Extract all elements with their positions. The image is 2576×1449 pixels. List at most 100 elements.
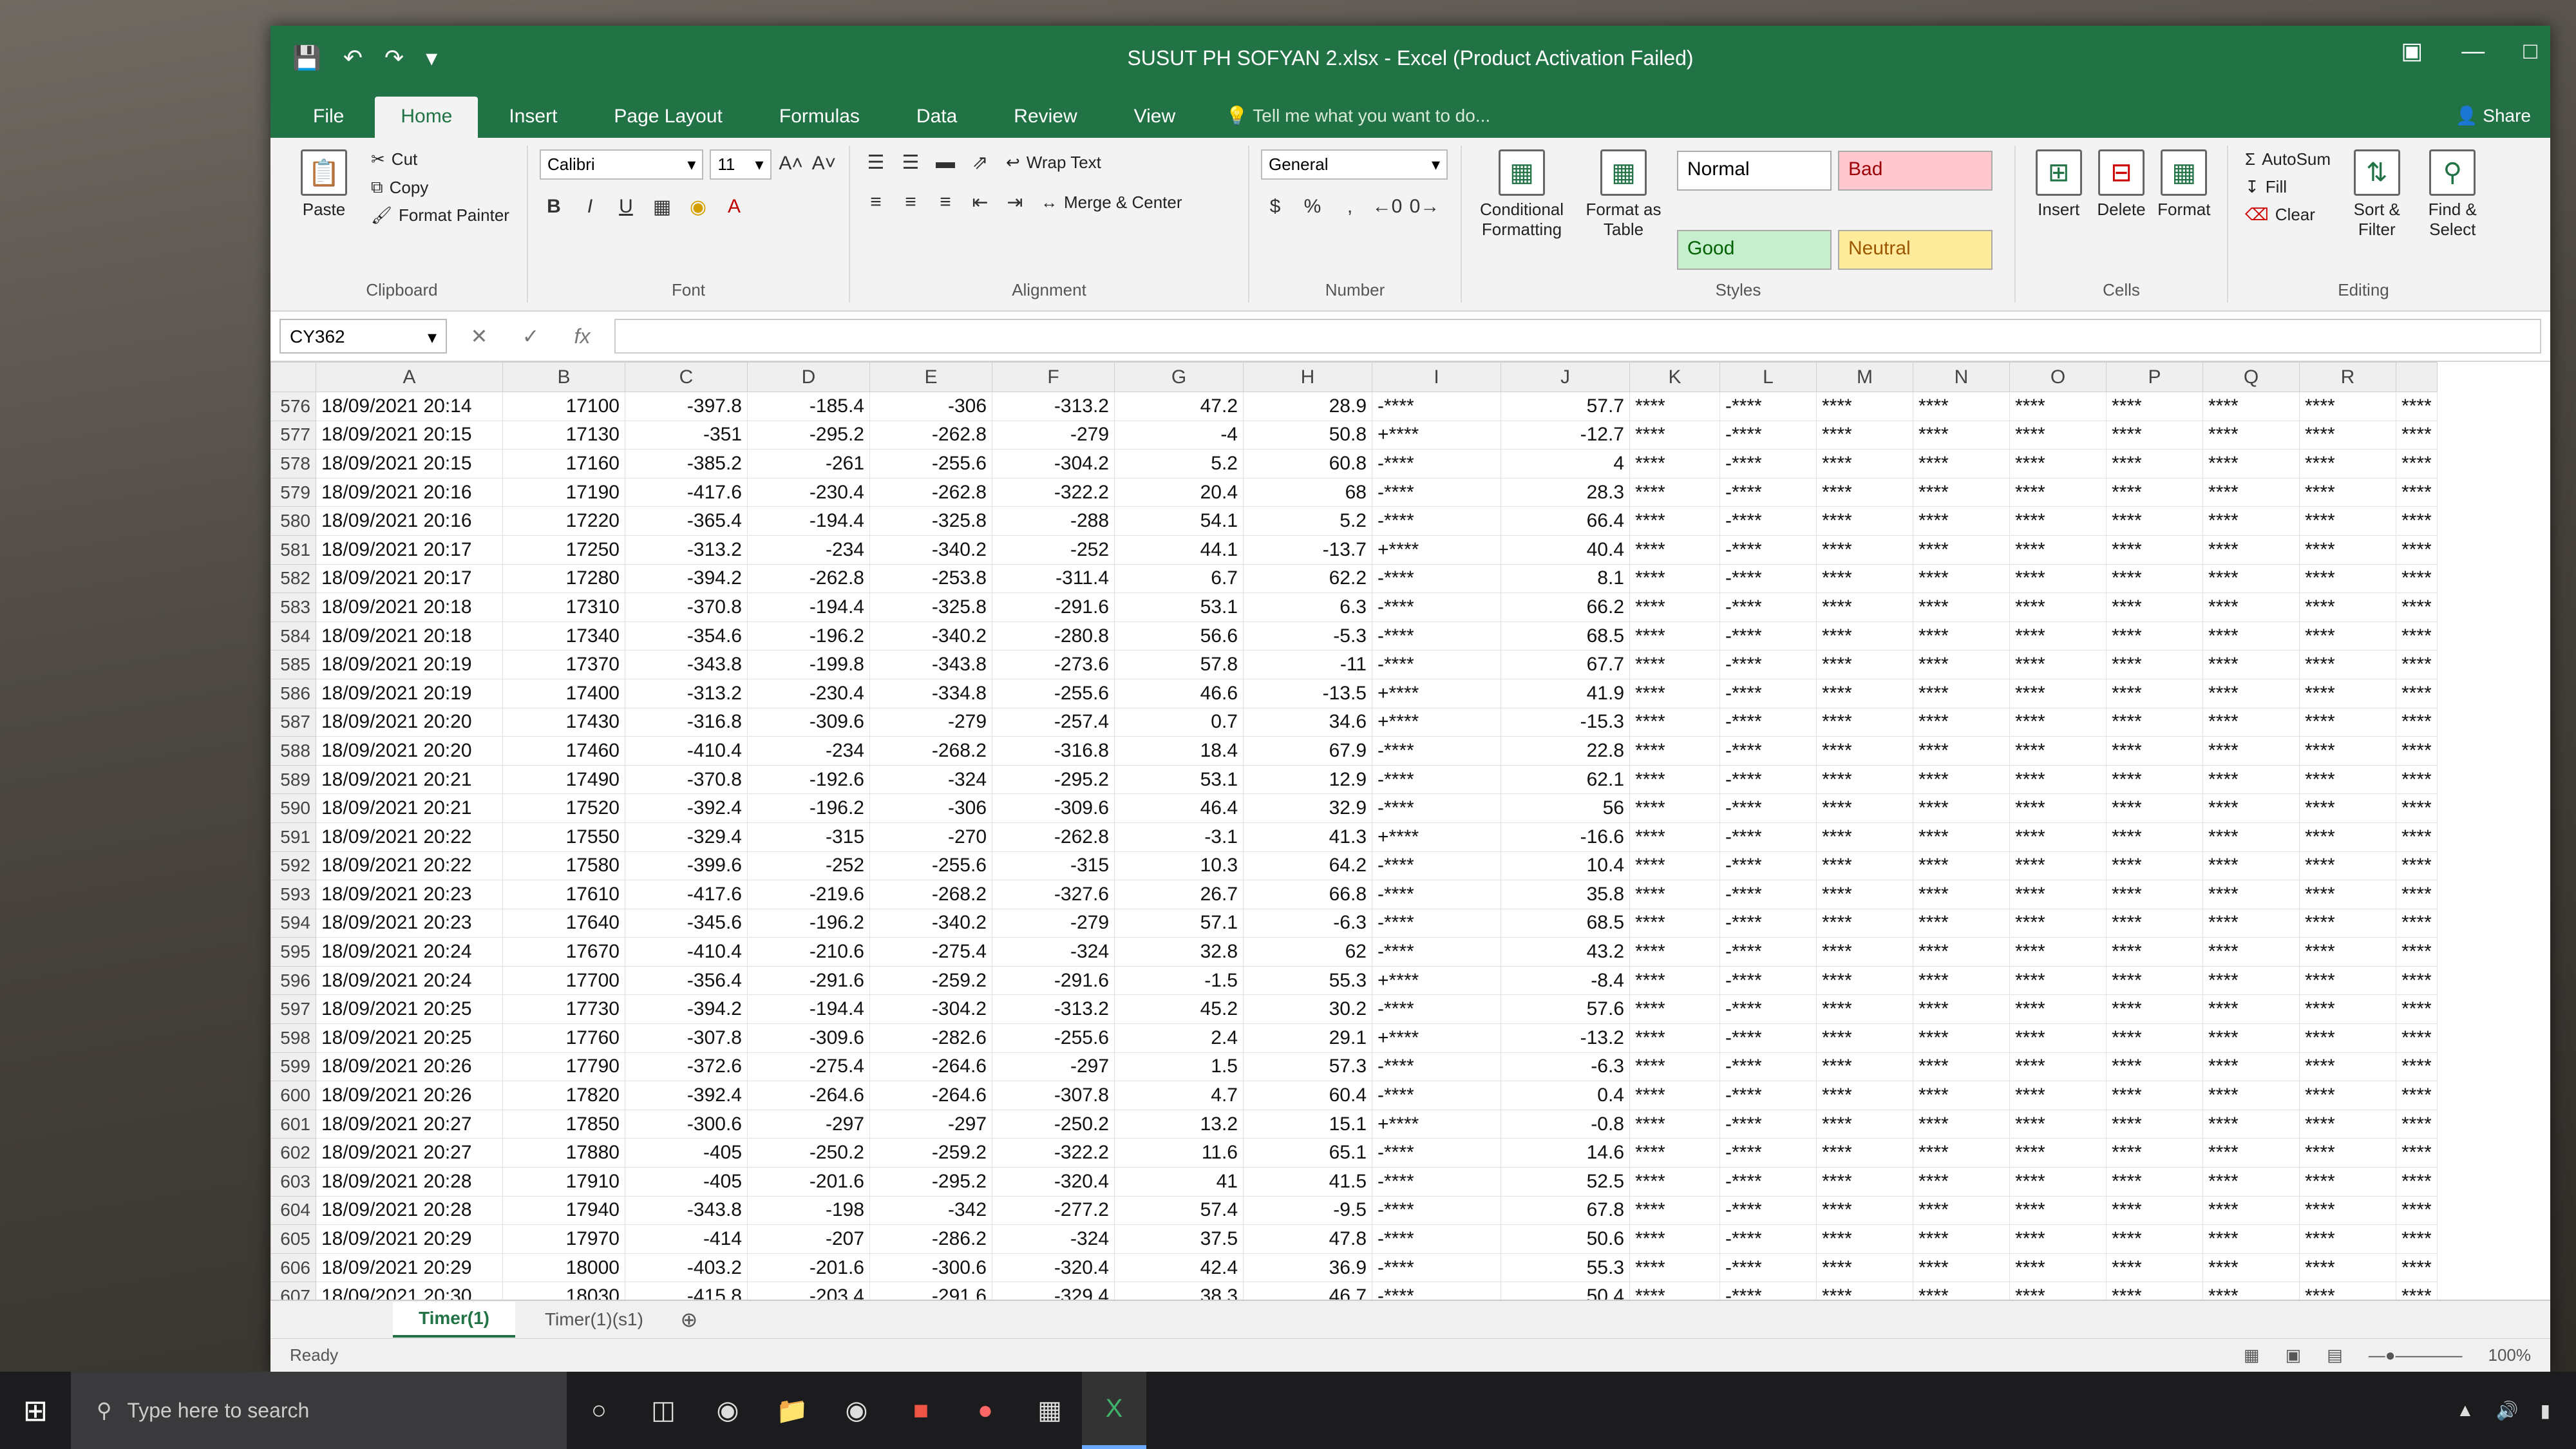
cell[interactable]: 17400 bbox=[502, 678, 625, 708]
cell[interactable]: -201.6 bbox=[747, 1253, 870, 1283]
cell[interactable]: 64.2 bbox=[1243, 851, 1372, 881]
cell[interactable]: 17730 bbox=[502, 994, 625, 1025]
cell[interactable]: -313.2 bbox=[625, 535, 748, 565]
cell[interactable]: **** bbox=[2009, 1109, 2107, 1139]
cell[interactable]: **** bbox=[2009, 449, 2107, 478]
cell[interactable]: -**** bbox=[1719, 736, 1817, 766]
row-header[interactable]: 604 bbox=[270, 1195, 316, 1226]
cell[interactable]: 66.4 bbox=[1501, 506, 1630, 536]
cell[interactable]: **** bbox=[2009, 1081, 2107, 1110]
cell[interactable]: 17910 bbox=[502, 1167, 625, 1197]
cell[interactable]: **** bbox=[1913, 1052, 2010, 1082]
cell[interactable]: -295.2 bbox=[869, 1167, 992, 1197]
cell[interactable]: 57.7 bbox=[1501, 392, 1630, 421]
cell[interactable]: **** bbox=[2106, 650, 2203, 679]
cell[interactable]: **** bbox=[2396, 822, 2438, 852]
cell[interactable]: **** bbox=[2106, 420, 2203, 450]
cell[interactable]: **** bbox=[1629, 736, 1720, 766]
cell[interactable]: -**** bbox=[1372, 1282, 1501, 1300]
cell[interactable]: -282.6 bbox=[869, 1023, 992, 1053]
row-header[interactable]: 576 bbox=[270, 392, 316, 421]
comma-icon[interactable]: , bbox=[1336, 193, 1364, 221]
cell[interactable]: **** bbox=[2396, 1109, 2438, 1139]
cell[interactable]: **** bbox=[2009, 1224, 2107, 1254]
cell[interactable]: -**** bbox=[1719, 1138, 1817, 1168]
cell[interactable]: **** bbox=[2396, 392, 2438, 421]
cell[interactable]: -297 bbox=[869, 1109, 992, 1139]
cell[interactable]: -**** bbox=[1719, 1253, 1817, 1283]
cell[interactable]: -315 bbox=[747, 822, 870, 852]
increase-font-icon[interactable]: A˄ bbox=[778, 149, 804, 178]
cell[interactable]: **** bbox=[2106, 965, 2203, 996]
cell[interactable]: **** bbox=[2009, 1282, 2107, 1300]
cell[interactable]: 18/09/2021 20:29 bbox=[316, 1253, 503, 1283]
cell[interactable]: -356.4 bbox=[625, 965, 748, 996]
cell[interactable]: **** bbox=[1816, 1023, 1913, 1053]
cell[interactable]: 17670 bbox=[502, 937, 625, 967]
style-neutral[interactable]: Neutral bbox=[1838, 230, 1993, 270]
cell[interactable]: **** bbox=[2299, 1224, 2396, 1254]
cell[interactable]: **** bbox=[2396, 564, 2438, 594]
cell[interactable]: 4 bbox=[1501, 449, 1630, 478]
cell[interactable]: -**** bbox=[1719, 621, 1817, 651]
cell[interactable]: -351 bbox=[625, 420, 748, 450]
cell[interactable]: 14.6 bbox=[1501, 1138, 1630, 1168]
row-header[interactable]: 578 bbox=[270, 449, 316, 478]
column-header-a[interactable]: A bbox=[316, 362, 503, 392]
cell[interactable]: **** bbox=[2202, 449, 2300, 478]
cell[interactable]: **** bbox=[1913, 1253, 2010, 1283]
cell[interactable]: 17460 bbox=[502, 736, 625, 766]
cell[interactable]: 50.4 bbox=[1501, 1282, 1630, 1300]
cell[interactable]: **** bbox=[1816, 621, 1913, 651]
cell[interactable]: -199.8 bbox=[747, 650, 870, 679]
cell[interactable]: **** bbox=[1629, 793, 1720, 823]
cell[interactable]: **** bbox=[2106, 937, 2203, 967]
cell[interactable]: -**** bbox=[1719, 851, 1817, 881]
cell[interactable]: -**** bbox=[1719, 1052, 1817, 1082]
cell[interactable]: 18/09/2021 20:29 bbox=[316, 1224, 503, 1254]
cell[interactable]: **** bbox=[1816, 592, 1913, 622]
cell[interactable]: -307.8 bbox=[992, 1081, 1115, 1110]
align-top-icon[interactable]: ☰ bbox=[862, 148, 890, 176]
cell[interactable]: -**** bbox=[1372, 793, 1501, 823]
cell[interactable]: 17550 bbox=[502, 822, 625, 852]
cell[interactable]: -**** bbox=[1719, 678, 1817, 708]
cell[interactable]: -192.6 bbox=[747, 764, 870, 795]
cell[interactable]: -16.6 bbox=[1501, 822, 1630, 852]
cell[interactable]: **** bbox=[2009, 650, 2107, 679]
cell[interactable]: 55.3 bbox=[1243, 965, 1372, 996]
cell[interactable]: **** bbox=[1816, 908, 1913, 938]
cell[interactable]: **** bbox=[1913, 392, 2010, 421]
cell[interactable]: **** bbox=[1816, 1138, 1913, 1168]
cell[interactable]: **** bbox=[1629, 1052, 1720, 1082]
cell[interactable]: **** bbox=[2202, 1023, 2300, 1053]
cell[interactable]: 50.6 bbox=[1501, 1224, 1630, 1254]
cell[interactable]: -313.2 bbox=[625, 678, 748, 708]
cell[interactable]: **** bbox=[2106, 822, 2203, 852]
cell[interactable]: **** bbox=[2202, 1138, 2300, 1168]
bold-icon[interactable]: B bbox=[540, 193, 568, 221]
row-header[interactable]: 579 bbox=[270, 477, 316, 507]
page-break-view-icon[interactable]: ▤ bbox=[2327, 1345, 2343, 1365]
column-header-q[interactable]: Q bbox=[2202, 362, 2300, 392]
wrap-text-button[interactable]: ↩ Wrap Text bbox=[1001, 149, 1106, 176]
cell[interactable]: **** bbox=[1913, 1224, 2010, 1254]
row-header[interactable]: 587 bbox=[270, 707, 316, 737]
cell[interactable]: -322.2 bbox=[992, 1138, 1115, 1168]
font-size-select[interactable]: 11 ▾ bbox=[710, 149, 772, 180]
cell[interactable]: -**** bbox=[1719, 1282, 1817, 1300]
cell[interactable]: 18/09/2021 20:24 bbox=[316, 937, 503, 967]
column-header-b[interactable]: B bbox=[502, 362, 625, 392]
cell[interactable]: **** bbox=[1816, 793, 1913, 823]
percent-icon[interactable]: % bbox=[1298, 193, 1327, 221]
cell[interactable]: 46.7 bbox=[1243, 1282, 1372, 1300]
cell[interactable]: -194.4 bbox=[747, 592, 870, 622]
underline-icon[interactable]: U bbox=[612, 193, 640, 221]
cell[interactable]: -11 bbox=[1243, 650, 1372, 679]
cell[interactable]: -253.8 bbox=[869, 564, 992, 594]
cell[interactable]: 38.3 bbox=[1114, 1282, 1244, 1300]
cell[interactable]: -252 bbox=[747, 851, 870, 881]
chrome-icon[interactable]: ◉ bbox=[696, 1372, 760, 1449]
cell[interactable]: -316.8 bbox=[992, 736, 1115, 766]
cell[interactable]: -13.2 bbox=[1501, 1023, 1630, 1053]
